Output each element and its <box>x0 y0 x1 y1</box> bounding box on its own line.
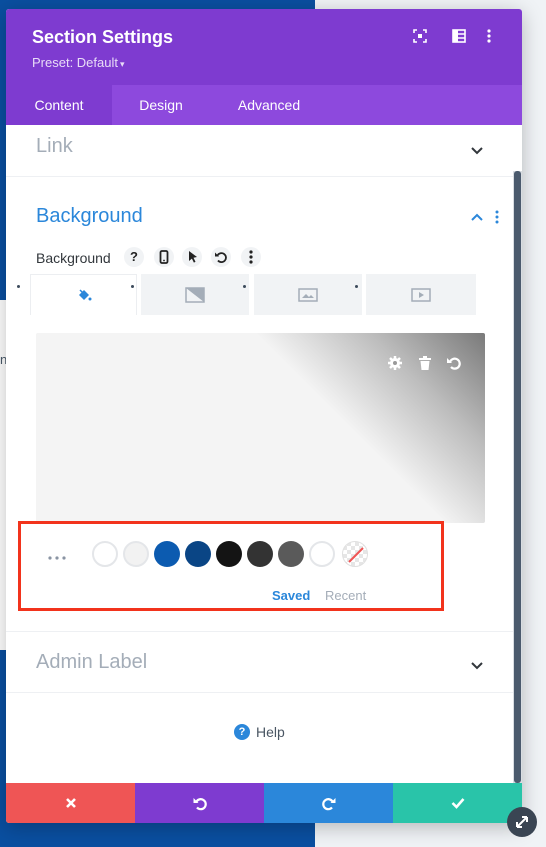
chevron-up-icon[interactable] <box>470 210 484 224</box>
gear-icon[interactable] <box>387 355 403 371</box>
color-swatch[interactable] <box>216 541 242 567</box>
paint-bucket-icon <box>78 289 91 301</box>
tab-advanced[interactable]: Advanced <box>210 85 328 125</box>
color-swatch[interactable] <box>123 541 149 567</box>
background-section-title[interactable]: Background <box>36 205 143 228</box>
preset-label: Preset: Default <box>32 55 118 70</box>
no-color-icon[interactable] <box>342 541 368 567</box>
section-settings-modal: Section Settings Preset: Default ▾ Conten… <box>6 9 522 823</box>
caret-down-icon: ▾ <box>120 59 125 69</box>
more-icon[interactable] <box>241 247 261 267</box>
color-swatches-panel: Saved Recent <box>18 521 444 611</box>
preset-dropdown[interactable]: Preset: Default ▾ <box>32 55 125 70</box>
chevron-down-icon[interactable] <box>470 658 484 672</box>
resize-handle[interactable] <box>507 807 537 837</box>
save-button[interactable] <box>393 783 522 823</box>
color-swatch[interactable] <box>309 541 335 567</box>
tab-dot <box>355 285 358 288</box>
reset-icon[interactable] <box>446 355 462 371</box>
redo-icon <box>321 798 335 811</box>
pointer-icon[interactable] <box>182 247 202 267</box>
more-vertical-icon[interactable] <box>486 29 502 45</box>
scrollbar-thumb[interactable] <box>514 171 521 783</box>
columns-icon[interactable] <box>452 29 468 45</box>
link-section[interactable]: Link <box>6 125 522 177</box>
background-color-tab[interactable] <box>30 274 137 315</box>
phone-icon[interactable] <box>154 247 174 267</box>
redo-button[interactable] <box>264 783 393 823</box>
check-icon <box>451 798 464 809</box>
section-more-icon[interactable] <box>494 210 504 226</box>
color-swatch[interactable] <box>278 541 304 567</box>
background-video-tab[interactable] <box>366 274 476 315</box>
color-swatch[interactable] <box>154 541 180 567</box>
background-image-tab[interactable] <box>254 274 362 315</box>
admin-label-title: Admin Label <box>36 651 148 673</box>
modal-title: Section Settings <box>32 27 174 47</box>
resize-icon <box>516 816 528 828</box>
background-gradient-tab[interactable] <box>141 274 249 315</box>
gradient-icon <box>185 286 205 303</box>
chevron-down-icon[interactable] <box>470 143 484 157</box>
trash-icon[interactable] <box>417 355 433 371</box>
undo-button[interactable] <box>135 783 264 823</box>
video-icon <box>411 287 431 302</box>
swatch-more-icon[interactable] <box>47 548 67 560</box>
recent-colors-tab[interactable]: Recent <box>325 588 366 603</box>
undo-icon[interactable] <box>211 247 231 267</box>
color-swatch[interactable] <box>92 541 118 567</box>
background-color-preview[interactable] <box>36 333 485 523</box>
discard-button[interactable] <box>6 783 135 823</box>
image-icon <box>298 287 318 302</box>
undo-icon <box>193 798 207 811</box>
color-swatch[interactable] <box>247 541 273 567</box>
link-section-title: Link <box>36 135 73 157</box>
tab-dot <box>17 285 20 288</box>
help-icon[interactable]: ? <box>124 247 144 267</box>
settings-tabs: Content Design Advanced <box>6 85 522 125</box>
tab-dot <box>243 285 246 288</box>
help-circle-icon: ? <box>234 724 250 740</box>
background-option-label: Background <box>36 250 111 266</box>
close-icon <box>65 798 76 808</box>
admin-label-section[interactable]: Admin Label <box>6 631 522 693</box>
tab-content[interactable]: Content <box>6 85 112 125</box>
saved-colors-tab[interactable]: Saved <box>272 588 310 603</box>
color-swatch[interactable] <box>185 541 211 567</box>
modal-header: Section Settings Preset: Default ▾ <box>6 9 522 85</box>
fullscreen-icon[interactable] <box>413 29 429 45</box>
tab-design[interactable]: Design <box>112 85 210 125</box>
tab-dot <box>131 285 134 288</box>
help-label: Help <box>256 724 285 740</box>
